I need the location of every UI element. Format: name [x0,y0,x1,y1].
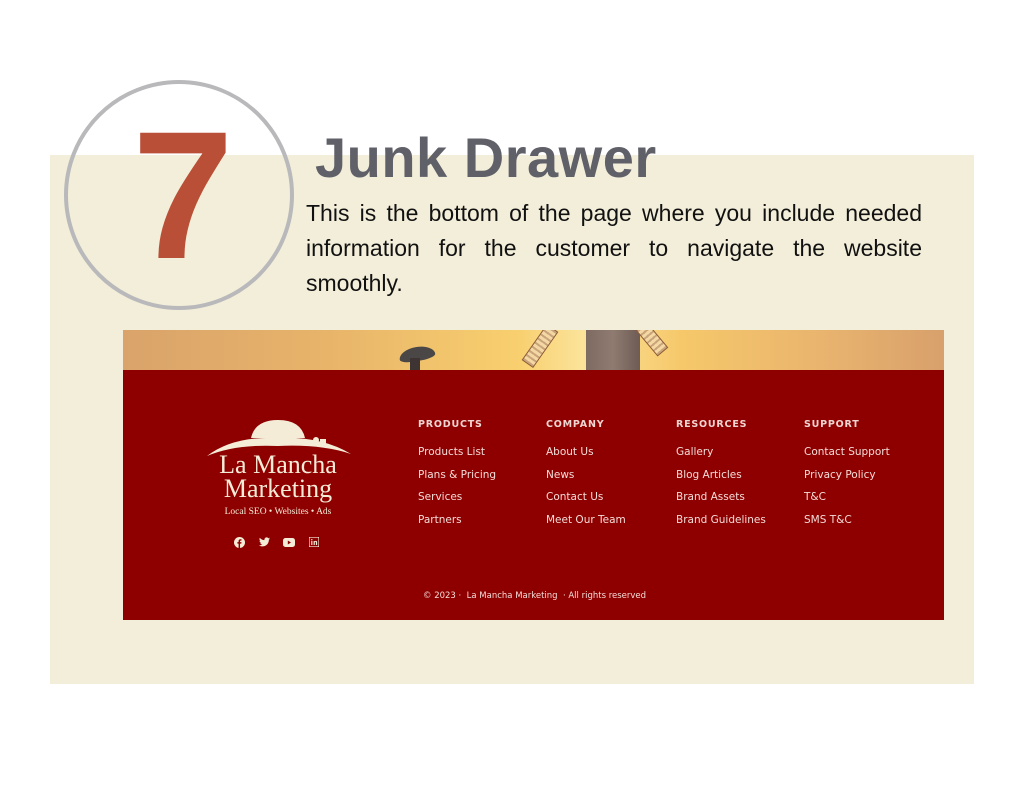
windmill-blade [635,330,669,357]
windmill-blade [521,330,559,369]
footer-column-support: SUPPORT Contact Support Privacy Policy T… [804,418,932,535]
twitter-icon[interactable] [258,536,270,548]
hero-image-strip [123,330,944,370]
footer-link-sms-terms[interactable]: SMS T&C [804,513,932,536]
footer-link-news[interactable]: News [546,468,676,491]
footer-link-partners[interactable]: Partners [418,513,546,536]
column-heading: COMPANY [546,419,605,430]
linkedin-icon[interactable] [308,536,320,548]
site-footer: La Mancha Marketing Local SEO • Websites… [123,370,944,620]
column-heading: SUPPORT [804,419,860,430]
footer-column-products: PRODUCTS Products List Plans & Pricing S… [418,418,546,535]
footer-mockup: La Mancha Marketing Local SEO • Websites… [123,330,944,620]
footer-link-brand-assets[interactable]: Brand Assets [676,490,804,513]
footer-link-terms[interactable]: T&C [804,490,932,513]
figure-silhouette [410,358,420,370]
footer-link-columns: PRODUCTS Products List Plans & Pricing S… [418,418,932,535]
footer-link-meet-our-team[interactable]: Meet Our Team [546,513,676,536]
logo-text-line2: Marketing [223,474,333,503]
social-links [233,536,320,548]
slide-title: Junk Drawer [315,126,657,189]
footer-link-plans-pricing[interactable]: Plans & Pricing [418,468,546,491]
windmill-tower [586,330,640,370]
footer-link-blog-articles[interactable]: Blog Articles [676,468,804,491]
footer-link-privacy-policy[interactable]: Privacy Policy [804,468,932,491]
footer-link-brand-guidelines[interactable]: Brand Guidelines [676,513,804,536]
footer-column-resources: RESOURCES Gallery Blog Articles Brand As… [676,418,804,535]
footer-column-company: COMPANY About Us News Contact Us Meet Ou… [546,418,676,535]
footer-link-contact-support[interactable]: Contact Support [804,445,932,468]
footer-link-gallery[interactable]: Gallery [676,445,804,468]
slide-description: This is the bottom of the page where you… [306,200,922,296]
footer-link-services[interactable]: Services [418,490,546,513]
footer-link-contact-us[interactable]: Contact Us [546,490,676,513]
footer-link-about-us[interactable]: About Us [546,445,676,468]
facebook-icon[interactable] [233,536,245,548]
youtube-icon[interactable] [283,536,295,548]
copyright-text: © 2023 · La Mancha Marketing · All right… [423,591,647,601]
brand-logo[interactable]: La Mancha Marketing Local SEO • Websites… [203,418,353,522]
logo-tagline: Local SEO • Websites • Ads [224,507,332,517]
column-heading: RESOURCES [676,419,748,430]
column-heading: PRODUCTS [418,419,483,430]
step-number: 7 [132,93,234,297]
footer-link-products-list[interactable]: Products List [418,445,546,468]
slide: 7 Junk Drawer This is the bottom of the … [0,0,1024,791]
